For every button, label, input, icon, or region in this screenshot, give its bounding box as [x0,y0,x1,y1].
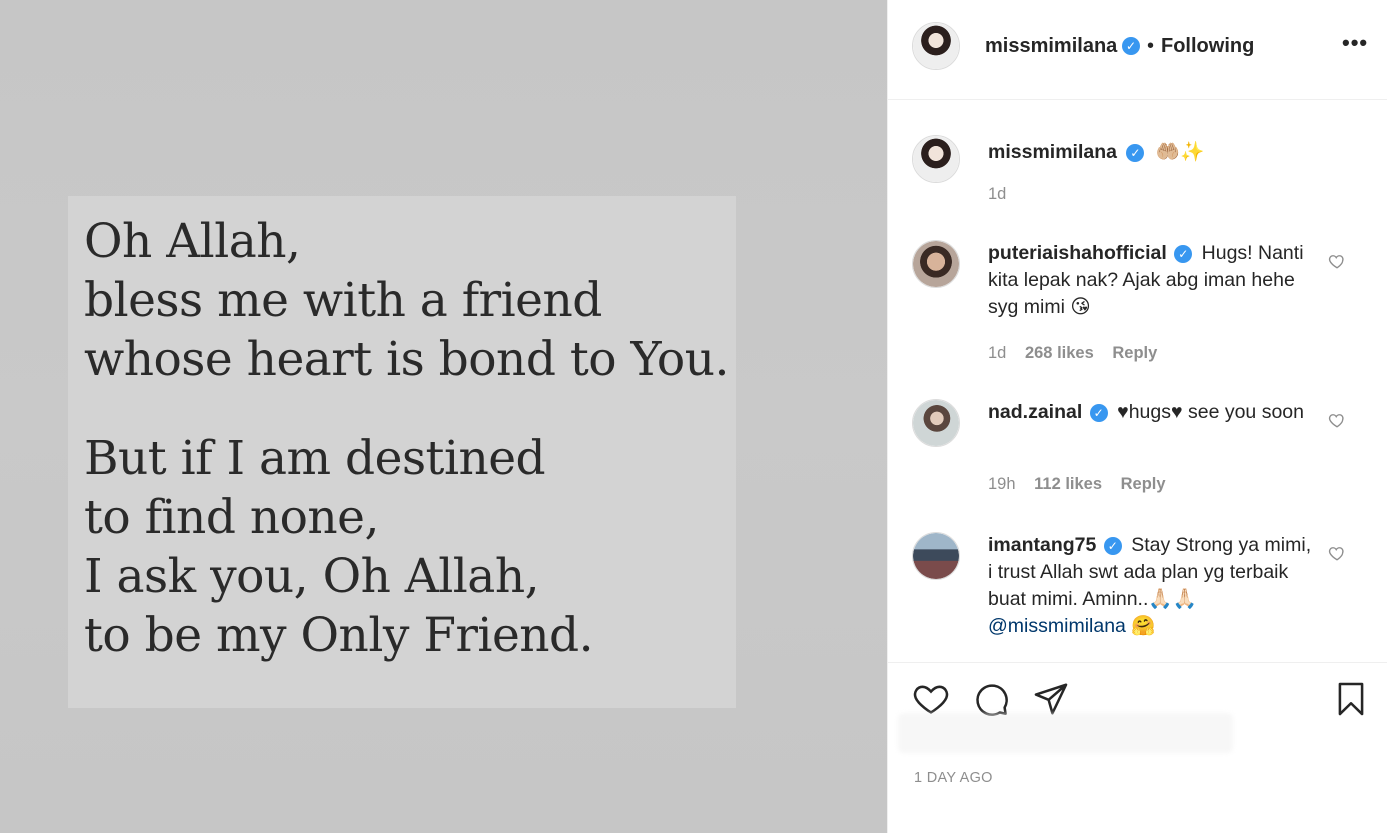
quote-text: Oh Allah, bless me with a friend whose h… [84,212,744,665]
like-comment-heart-icon[interactable] [1328,252,1346,270]
comment-body: puteriaishahofficial ✓ Hugs! Nanti kita … [988,240,1318,321]
author-username[interactable]: missmimilana [985,35,1117,58]
caption-text: 🤲🏼✨ [1155,141,1205,163]
post-side-panel: missmimilana ✓ • Following ••• missmimil… [887,0,1390,833]
verified-badge-icon: ✓ [1126,144,1145,162]
post-timestamp: 1 DAY AGO [914,770,993,786]
comment-meta: 1d 268 likes Reply [988,344,1171,363]
quote-line: to find none, [84,490,379,545]
mention-link[interactable]: @missmimilana [988,615,1126,637]
comment-body: imantang75 ✓ Stay Strong ya mimi, i trus… [988,532,1318,640]
comment-likes[interactable]: 268 likes [1025,344,1094,362]
reply-button[interactable]: Reply [1121,475,1166,493]
verified-badge-icon: ✓ [1122,37,1140,55]
comment-username[interactable]: imantang75 [988,534,1096,556]
more-options-icon[interactable]: ••• [1342,30,1368,56]
commenter-avatar[interactable] [912,240,960,288]
bookmark-icon[interactable] [1332,680,1370,718]
comment-username[interactable]: puteriaishahofficial [988,242,1167,264]
author-avatar[interactable] [912,22,960,70]
quote-line: bless me with a friend [84,273,602,328]
quote-line: Oh Allah, [84,214,301,269]
comment-text: ♥hugs♥ see you soon [1117,401,1304,423]
comment-username[interactable]: missmimilana [988,141,1117,163]
caption-meta: 1d [988,185,1020,204]
comment-username[interactable]: nad.zainal [988,401,1082,423]
post-image[interactable]: Oh Allah, bless me with a friend whose h… [0,0,887,833]
quote-line: to be my Only Friend. [84,608,594,663]
comment-time[interactable]: 1d [988,344,1006,362]
comment-likes[interactable]: 112 likes [1034,475,1102,493]
verified-badge-icon: ✓ [1103,537,1122,555]
verified-badge-icon: ✓ [1089,404,1108,422]
author-avatar[interactable] [912,135,960,183]
like-comment-heart-icon[interactable] [1328,411,1346,429]
caption-body: missmimilana ✓ 🤲🏼✨ [988,139,1318,166]
post-header: missmimilana ✓ • Following ••• [888,0,1388,100]
separator-dot: • [1147,35,1155,57]
comment-body: nad.zainal ✓ ♥hugs♥ see you soon [988,399,1318,426]
verified-badge-icon: ✓ [1174,245,1193,263]
comments-section[interactable]: missmimilana ✓ 🤲🏼✨ 1d puteriaishahoffici… [888,101,1388,661]
quote-line: whose heart is bond to You. [84,332,729,387]
post-actions-bar: 1 DAY AGO [888,662,1388,833]
comment-meta: 19h 112 likes Reply [988,475,1180,494]
quote-line: I ask you, Oh Allah, [84,549,540,604]
quote-line: But if I am destined [84,431,546,486]
following-button[interactable]: Following [1161,35,1254,58]
commenter-avatar[interactable] [912,532,960,580]
reply-button[interactable]: Reply [1112,344,1157,362]
comment-time[interactable]: 19h [988,475,1016,493]
caption-time[interactable]: 1d [988,185,1006,203]
commenter-avatar[interactable] [912,399,960,447]
faded-overlay [898,713,1233,753]
comment-emoji: 🤗 [1131,615,1156,637]
like-comment-heart-icon[interactable] [1328,544,1346,562]
